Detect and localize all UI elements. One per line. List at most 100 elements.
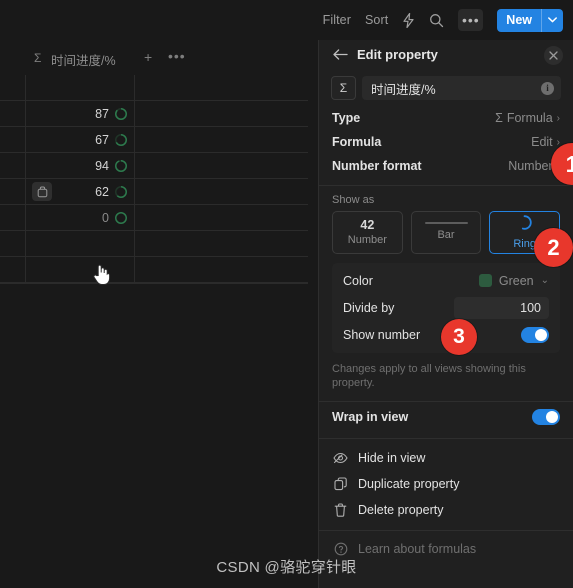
row-gutter-cell[interactable] (0, 75, 26, 100)
table-row[interactable]: 94 (0, 153, 308, 179)
show-as-number-sample: 42 (360, 217, 375, 232)
show-number-toggle[interactable] (521, 326, 549, 343)
add-column-button[interactable]: + (144, 49, 152, 65)
more-options-button[interactable]: ••• (458, 9, 484, 31)
row-trailing-cell[interactable] (135, 101, 308, 126)
table-row[interactable]: 62 (0, 179, 308, 205)
step-badge-3: 3 (441, 319, 477, 355)
progress-cell[interactable]: 67 (26, 127, 135, 152)
divide-by-input[interactable]: 100 (454, 296, 549, 319)
toggle-knob (535, 328, 547, 341)
progress-cell[interactable] (26, 257, 135, 282)
edit-property-panel: Edit property Σ 时间进度/% i Type Σ Formula … (318, 40, 573, 588)
property-name-row: Σ 时间进度/% i (319, 72, 573, 100)
table-row[interactable] (0, 231, 308, 257)
row-gutter-cell[interactable] (0, 231, 26, 256)
show-number-label: Show number (343, 327, 421, 342)
drag-handle-icon[interactable] (32, 182, 52, 201)
property-type-icon[interactable]: Σ (331, 76, 356, 100)
menu-item-duplicate-property[interactable]: Duplicate property (319, 471, 573, 497)
color-swatch-icon (478, 274, 492, 287)
row-trailing-cell[interactable] (135, 127, 308, 152)
progress-cell[interactable]: 0 (26, 205, 135, 230)
progress-cell[interactable]: 62 (26, 179, 135, 204)
menu-item-delete-property[interactable]: Delete property (319, 497, 573, 523)
menu-item-hide-in-view-label: Hide in view (358, 451, 426, 465)
column-more-button[interactable]: ••• (168, 48, 186, 64)
panel-title: Edit property (357, 47, 438, 62)
row-trailing-cell[interactable] (135, 179, 308, 204)
step-badge-2: 2 (534, 228, 573, 267)
table-bottom-rule (0, 283, 308, 284)
row-gutter-cell[interactable] (0, 179, 26, 204)
progress-cell[interactable]: 94 (26, 153, 135, 178)
info-icon[interactable]: i (541, 81, 554, 95)
progress-cell[interactable]: 87 (26, 101, 135, 126)
row-gutter-cell[interactable] (0, 257, 26, 282)
chevron-down-icon[interactable] (542, 9, 563, 32)
show-as-bar-option[interactable]: Bar (410, 211, 482, 254)
row-trailing-cell[interactable] (135, 231, 308, 256)
progress-cell[interactable] (26, 231, 135, 256)
show-as-number-label: Number (347, 233, 387, 246)
panel-row-type[interactable]: Type Σ Formula › (319, 106, 573, 130)
table-row[interactable]: 87 (0, 101, 308, 127)
column-title[interactable]: 时间进度/% (51, 50, 116, 69)
panel-row-number-format-text: Number (508, 159, 553, 173)
color-option-row[interactable]: Color Green ⌄ (332, 267, 560, 294)
row-trailing-cell[interactable] (135, 153, 308, 178)
property-name-input[interactable]: 时间进度/% i (362, 76, 561, 100)
table-row[interactable] (0, 75, 308, 101)
wrap-in-view-toggle[interactable] (532, 409, 560, 425)
row-trailing-cell[interactable] (135, 257, 308, 282)
row-gutter-cell[interactable] (0, 153, 26, 178)
close-icon[interactable] (544, 46, 563, 65)
column-header: Σ 时间进度/% + ••• (0, 40, 318, 75)
filter-button[interactable]: Filter (323, 13, 351, 27)
table-view: Σ 时间进度/% + ••• 87 67 94 62 0 (0, 40, 318, 588)
panel-row-formula[interactable]: Formula Edit › (319, 130, 573, 154)
lightning-icon[interactable] (402, 12, 415, 28)
table-row[interactable]: 67 (0, 127, 308, 153)
panel-row-type-label: Type (332, 111, 361, 125)
progress-value: 67 (95, 132, 109, 147)
row-trailing-cell[interactable] (135, 75, 308, 100)
row-gutter-cell[interactable] (0, 101, 26, 126)
wrap-in-view-row[interactable]: Wrap in view (319, 402, 573, 432)
row-gutter-cell[interactable] (0, 127, 26, 152)
progress-value: 94 (95, 158, 109, 173)
arrow-left-icon[interactable] (333, 48, 348, 62)
panel-row-number-format[interactable]: Number format Number › (319, 154, 573, 178)
formula-sigma-icon: Σ (34, 51, 42, 65)
changes-note: Changes apply to all views showing this … (332, 363, 526, 389)
duplicate-icon (333, 477, 348, 491)
progress-value: 62 (95, 184, 109, 199)
menu-item-hide-in-view[interactable]: Hide in view (319, 445, 573, 471)
table-row[interactable]: 0 (0, 205, 308, 231)
divide-by-label: Divide by (343, 300, 395, 315)
show-as-label: Show as (332, 194, 375, 206)
chevron-down-icon: ⌄ (540, 275, 549, 286)
divide-by-option-row: Divide by 100 (332, 294, 560, 321)
panel-row-type-text: Formula (506, 111, 553, 125)
app-root: Filter Sort ••• New Σ 时间进度/% + ••• 87 67 9… (0, 0, 573, 588)
search-icon[interactable] (429, 13, 444, 28)
show-as-ring-label: Ring (513, 237, 536, 250)
new-button[interactable]: New (497, 8, 563, 32)
show-as-bar-label: Bar (437, 229, 455, 241)
color-label: Color (343, 273, 373, 288)
wrap-in-view-label: Wrap in view (332, 410, 409, 424)
progress-cell[interactable] (26, 75, 135, 100)
panel-row-formula-label: Formula (332, 135, 382, 149)
panel-row-formula-value: Edit › (531, 135, 560, 149)
menu-item-duplicate-property-label: Duplicate property (358, 477, 460, 491)
question-circle-icon (333, 542, 348, 556)
new-button-label: New (506, 13, 532, 27)
progress-ring (115, 185, 127, 198)
table-row[interactable] (0, 257, 308, 283)
row-trailing-cell[interactable] (135, 205, 308, 230)
color-value[interactable]: Green ⌄ (478, 274, 549, 288)
row-gutter-cell[interactable] (0, 205, 26, 230)
sort-button[interactable]: Sort (365, 13, 388, 27)
show-as-number-option[interactable]: 42 Number (332, 211, 403, 254)
